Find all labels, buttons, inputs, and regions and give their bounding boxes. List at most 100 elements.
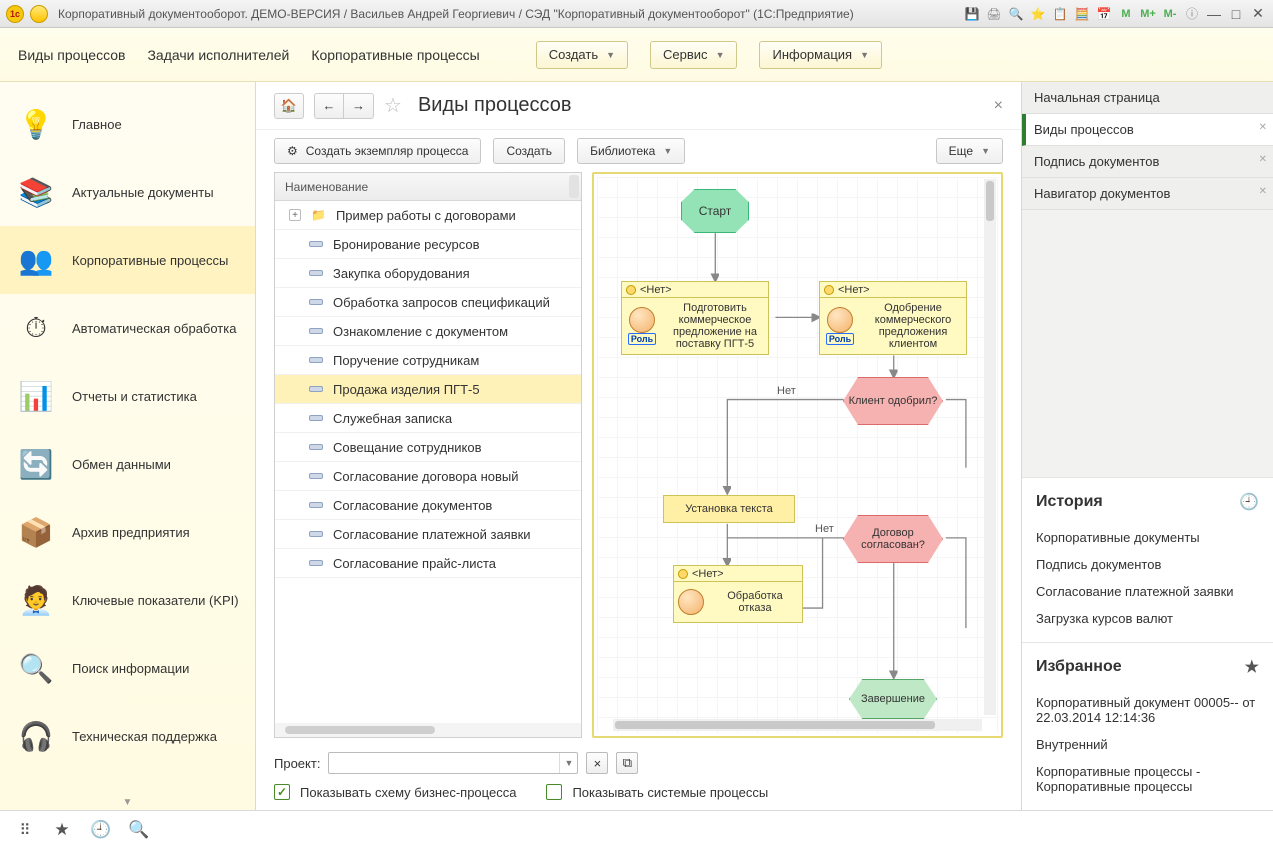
- process-row[interactable]: Бронирование ресурсов: [275, 230, 581, 259]
- history-link[interactable]: Согласование платежной заявки: [1036, 578, 1259, 605]
- close-tab-icon[interactable]: ✕: [1259, 186, 1267, 197]
- create-instance-button[interactable]: ⚙Создать экземпляр процесса: [274, 138, 481, 164]
- favorite-link[interactable]: Внутренний: [1036, 731, 1259, 758]
- close-tab-icon[interactable]: ✕: [1259, 154, 1267, 165]
- sidebar-item-label: Архив предприятия: [72, 525, 190, 540]
- memory-m-icon[interactable]: M: [1117, 5, 1135, 23]
- favorite-page-icon[interactable]: ☆: [384, 93, 402, 118]
- close-page-icon[interactable]: ×: [994, 97, 1003, 115]
- process-row[interactable]: Поручение сотрудникам: [275, 346, 581, 375]
- list-header[interactable]: Наименование: [275, 173, 581, 201]
- sidebar-item-1[interactable]: 📚Актуальные документы: [0, 158, 255, 226]
- process-row[interactable]: Обработка запросов спецификаций: [275, 288, 581, 317]
- chevron-down-icon[interactable]: ▼: [559, 753, 577, 773]
- history-link[interactable]: Загрузка курсов валют: [1036, 605, 1259, 632]
- node-decision-contract[interactable]: Договор согласован?: [843, 515, 943, 563]
- node-task-prepare-offer[interactable]: <Нет> РольПодготовить коммерческое предл…: [621, 281, 769, 355]
- process-row[interactable]: Согласование документов: [275, 491, 581, 520]
- node-set-text[interactable]: Установка текста: [663, 495, 795, 523]
- menu-process-types[interactable]: Виды процессов: [18, 47, 125, 63]
- tab-document-sign[interactable]: Подпись документов✕: [1022, 146, 1273, 178]
- process-row[interactable]: Ознакомление с документом: [275, 317, 581, 346]
- favorite-link[interactable]: Корпоративные процессы - Корпоративные п…: [1036, 758, 1259, 800]
- home-button[interactable]: 🏠: [274, 93, 304, 119]
- close-window-icon[interactable]: ✕: [1249, 5, 1267, 23]
- project-input[interactable]: ▼: [328, 752, 578, 774]
- node-task-handle-refusal[interactable]: <Нет> Обработка отказа: [673, 565, 803, 623]
- process-row[interactable]: Закупка оборудования: [275, 259, 581, 288]
- node-task-client-approval[interactable]: <Нет> РольОдобрение коммерческого предло…: [819, 281, 967, 355]
- back-button[interactable]: ←: [314, 93, 344, 119]
- service-button[interactable]: Сервис▼: [650, 41, 737, 69]
- memory-mminus-icon[interactable]: M-: [1161, 5, 1179, 23]
- history-link[interactable]: Подпись документов: [1036, 551, 1259, 578]
- sidebar-item-3[interactable]: ⏱Автоматическая обработка: [0, 294, 255, 362]
- favorite-link[interactable]: Корпоративный документ 00005-- от 22.03.…: [1036, 689, 1259, 731]
- sidebar-item-0[interactable]: 💡Главное: [0, 90, 255, 158]
- process-row[interactable]: Совещание сотрудников: [275, 433, 581, 462]
- history-link[interactable]: Корпоративные документы: [1036, 524, 1259, 551]
- info-icon[interactable]: ⓘ: [1183, 5, 1201, 23]
- favorite-footer-icon[interactable]: ★: [52, 820, 72, 840]
- create-button[interactable]: Создать▼: [536, 41, 628, 69]
- more-button[interactable]: Еще▼: [936, 138, 1003, 164]
- process-row[interactable]: Согласование прайс-листа: [275, 549, 581, 578]
- process-row[interactable]: Продажа изделия ПГТ-5: [275, 375, 581, 404]
- node-end[interactable]: Завершение: [849, 679, 937, 719]
- process-row[interactable]: Согласование платежной заявки: [275, 520, 581, 549]
- forward-button[interactable]: →: [344, 93, 374, 119]
- minimize-icon[interactable]: —: [1205, 5, 1223, 23]
- scrollbar-horizontal[interactable]: [275, 723, 581, 737]
- menu-assignee-tasks[interactable]: Задачи исполнителей: [147, 47, 289, 63]
- expand-icon[interactable]: +: [289, 209, 301, 221]
- show-system-checkbox[interactable]: ✓: [546, 784, 562, 800]
- tab-label: Виды процессов: [1034, 122, 1134, 137]
- diagram-canvas[interactable]: Старт <Нет> РольПодготовить коммерческое…: [592, 172, 1003, 738]
- print-icon[interactable]: 🖨: [985, 5, 1003, 23]
- tab-process-types[interactable]: Виды процессов ✕: [1022, 114, 1273, 146]
- history-footer-icon[interactable]: 🕘: [90, 820, 110, 840]
- save-icon[interactable]: 💾: [963, 5, 981, 23]
- close-tab-icon[interactable]: ✕: [1259, 122, 1267, 133]
- clear-project-button[interactable]: ×: [586, 752, 608, 774]
- scrollbar-vertical[interactable]: [569, 175, 579, 198]
- favorite-icon[interactable]: ⭐: [1029, 5, 1047, 23]
- info-button[interactable]: Информация▼: [759, 41, 882, 69]
- node-start[interactable]: Старт: [681, 189, 749, 233]
- show-scheme-checkbox[interactable]: ✓: [274, 784, 290, 800]
- preview-icon[interactable]: 🔍: [1007, 5, 1025, 23]
- library-button[interactable]: Библиотека▼: [577, 138, 685, 164]
- maximize-icon[interactable]: □: [1227, 5, 1245, 23]
- sidebar-item-8[interactable]: 🔍Поиск информации: [0, 634, 255, 702]
- diagram-scrollbar-vertical[interactable]: [984, 179, 996, 715]
- system-menu-icon[interactable]: [30, 5, 48, 23]
- node-decision-client[interactable]: Клиент одобрил?: [843, 377, 943, 425]
- sidebar-item-label: Обмен данными: [72, 457, 171, 472]
- sidebar-item-5[interactable]: 🔄Обмен данными: [0, 430, 255, 498]
- process-row[interactable]: +📁Пример работы с договорами: [275, 201, 581, 230]
- apps-icon[interactable]: ⠿: [14, 821, 34, 839]
- process-row[interactable]: Служебная записка: [275, 404, 581, 433]
- role-label: Роль: [826, 333, 854, 345]
- tab-start-page[interactable]: Начальная страница: [1022, 82, 1273, 114]
- sidebar-item-2[interactable]: 👥Корпоративные процессы: [0, 226, 255, 294]
- calculator-icon[interactable]: 🧮: [1073, 5, 1091, 23]
- diagram-scrollbar-horizontal[interactable]: [613, 719, 982, 731]
- leaf-icon: [309, 531, 323, 537]
- process-row[interactable]: Согласование договора новый: [275, 462, 581, 491]
- sidebar-item-7[interactable]: 🧑‍💼Ключевые показатели (KPI): [0, 566, 255, 634]
- open-project-button[interactable]: ⧉: [616, 752, 638, 774]
- memory-mplus-icon[interactable]: M+: [1139, 5, 1157, 23]
- star-icon[interactable]: ★: [1245, 657, 1259, 677]
- sidebar-item-9[interactable]: 🎧Техническая поддержка: [0, 702, 255, 770]
- sidebar-item-4[interactable]: 📊Отчеты и статистика: [0, 362, 255, 430]
- tab-document-navigator[interactable]: Навигатор документов✕: [1022, 178, 1273, 210]
- create-button-2[interactable]: Создать: [493, 138, 565, 164]
- calendar-icon[interactable]: 📅: [1095, 5, 1113, 23]
- menu-corp-processes[interactable]: Корпоративные процессы: [311, 47, 479, 63]
- search-footer-icon[interactable]: 🔍: [128, 820, 148, 840]
- edge-label-no: Нет: [815, 523, 834, 535]
- clipboard-icon[interactable]: 📋: [1051, 5, 1069, 23]
- sidebar-item-6[interactable]: 📦Архив предприятия: [0, 498, 255, 566]
- history-icon[interactable]: 🕘: [1239, 492, 1259, 512]
